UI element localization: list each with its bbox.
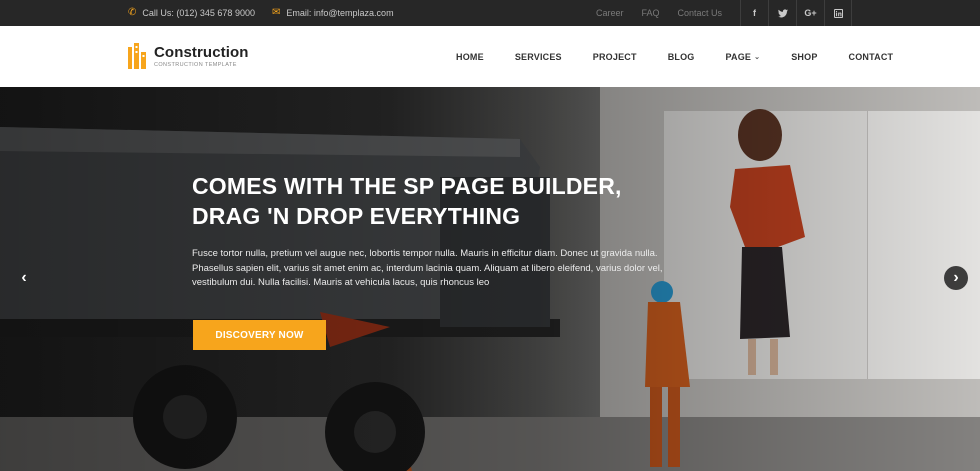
top-bar: ✆ Call Us: (012) 345 678 9000 ✉ Email: i… xyxy=(0,0,980,26)
discovery-now-button[interactable]: DISCOVERY NOW xyxy=(193,320,326,350)
nav-blog-label: BLOG xyxy=(667,51,695,62)
career-link[interactable]: Career xyxy=(596,8,624,18)
hero-headline-line2: DRAG 'N DROP EVERYTHING xyxy=(192,203,521,229)
site-logo[interactable]: Construction CONSTRUCTION TEMPLATE xyxy=(128,43,249,69)
facebook-icon[interactable]: f xyxy=(740,0,768,26)
email-text[interactable]: Email: info@templaza.com xyxy=(286,8,393,18)
chevron-down-icon: ⌄ xyxy=(754,53,761,61)
nav-page[interactable]: PAGE ⌄ xyxy=(726,52,761,62)
logo-subtitle: CONSTRUCTION TEMPLATE xyxy=(154,61,237,68)
nav-home-label: HOME xyxy=(456,51,484,62)
main-nav: HOME SERVICES PROJECT BLOG PAGE ⌄ SHOP CO… xyxy=(456,26,893,87)
nav-blog[interactable]: BLOG xyxy=(668,52,695,62)
phone-icon: ✆ xyxy=(128,7,137,18)
nav-services-label: SERVICES xyxy=(514,51,562,62)
nav-contact-label: CONTACT xyxy=(848,51,894,62)
nav-contact[interactable]: CONTACT xyxy=(849,52,894,62)
phone-contact: ✆ Call Us: (012) 345 678 9000 xyxy=(128,0,255,26)
social-links: f G+ xyxy=(740,0,852,26)
nav-shop-label: SHOP xyxy=(791,51,818,62)
nav-project[interactable]: PROJECT xyxy=(593,52,637,62)
logo-title: Construction xyxy=(154,43,249,61)
nav-home[interactable]: HOME xyxy=(456,52,484,62)
nav-page-label: PAGE xyxy=(725,51,752,62)
site-header: Construction CONSTRUCTION TEMPLATE HOME … xyxy=(0,26,980,87)
logo-text: Construction CONSTRUCTION TEMPLATE xyxy=(154,45,249,68)
top-links: Career FAQ Contact Us xyxy=(596,0,722,26)
phone-text: Call Us: (012) 345 678 9000 xyxy=(142,8,255,18)
building-logo-icon xyxy=(128,43,146,69)
linkedin-icon[interactable] xyxy=(824,0,852,26)
envelope-icon: ✉ xyxy=(272,7,281,18)
nav-services[interactable]: SERVICES xyxy=(515,52,562,62)
hero-headline: COMES WITH THE SP PAGE BUILDER, DRAG 'N … xyxy=(192,171,652,231)
twitter-icon[interactable] xyxy=(768,0,796,26)
contact-us-link[interactable]: Contact Us xyxy=(678,8,723,18)
hero-headline-line1: COMES WITH THE SP PAGE BUILDER, xyxy=(192,173,622,199)
hero-paragraph: Fusce tortor nulla, pretium vel augue ne… xyxy=(192,248,663,288)
nav-shop[interactable]: SHOP xyxy=(791,52,817,62)
email-contact[interactable]: ✉ Email: info@templaza.com xyxy=(272,0,394,26)
chevron-right-icon[interactable]: › xyxy=(944,266,968,290)
chevron-left-icon[interactable]: ‹ xyxy=(12,266,36,290)
hero-slider: COMES WITH THE SP PAGE BUILDER, DRAG 'N … xyxy=(0,87,980,471)
nav-project-label: PROJECT xyxy=(592,51,637,62)
faq-link[interactable]: FAQ xyxy=(642,8,660,18)
google-plus-icon[interactable]: G+ xyxy=(796,0,824,26)
